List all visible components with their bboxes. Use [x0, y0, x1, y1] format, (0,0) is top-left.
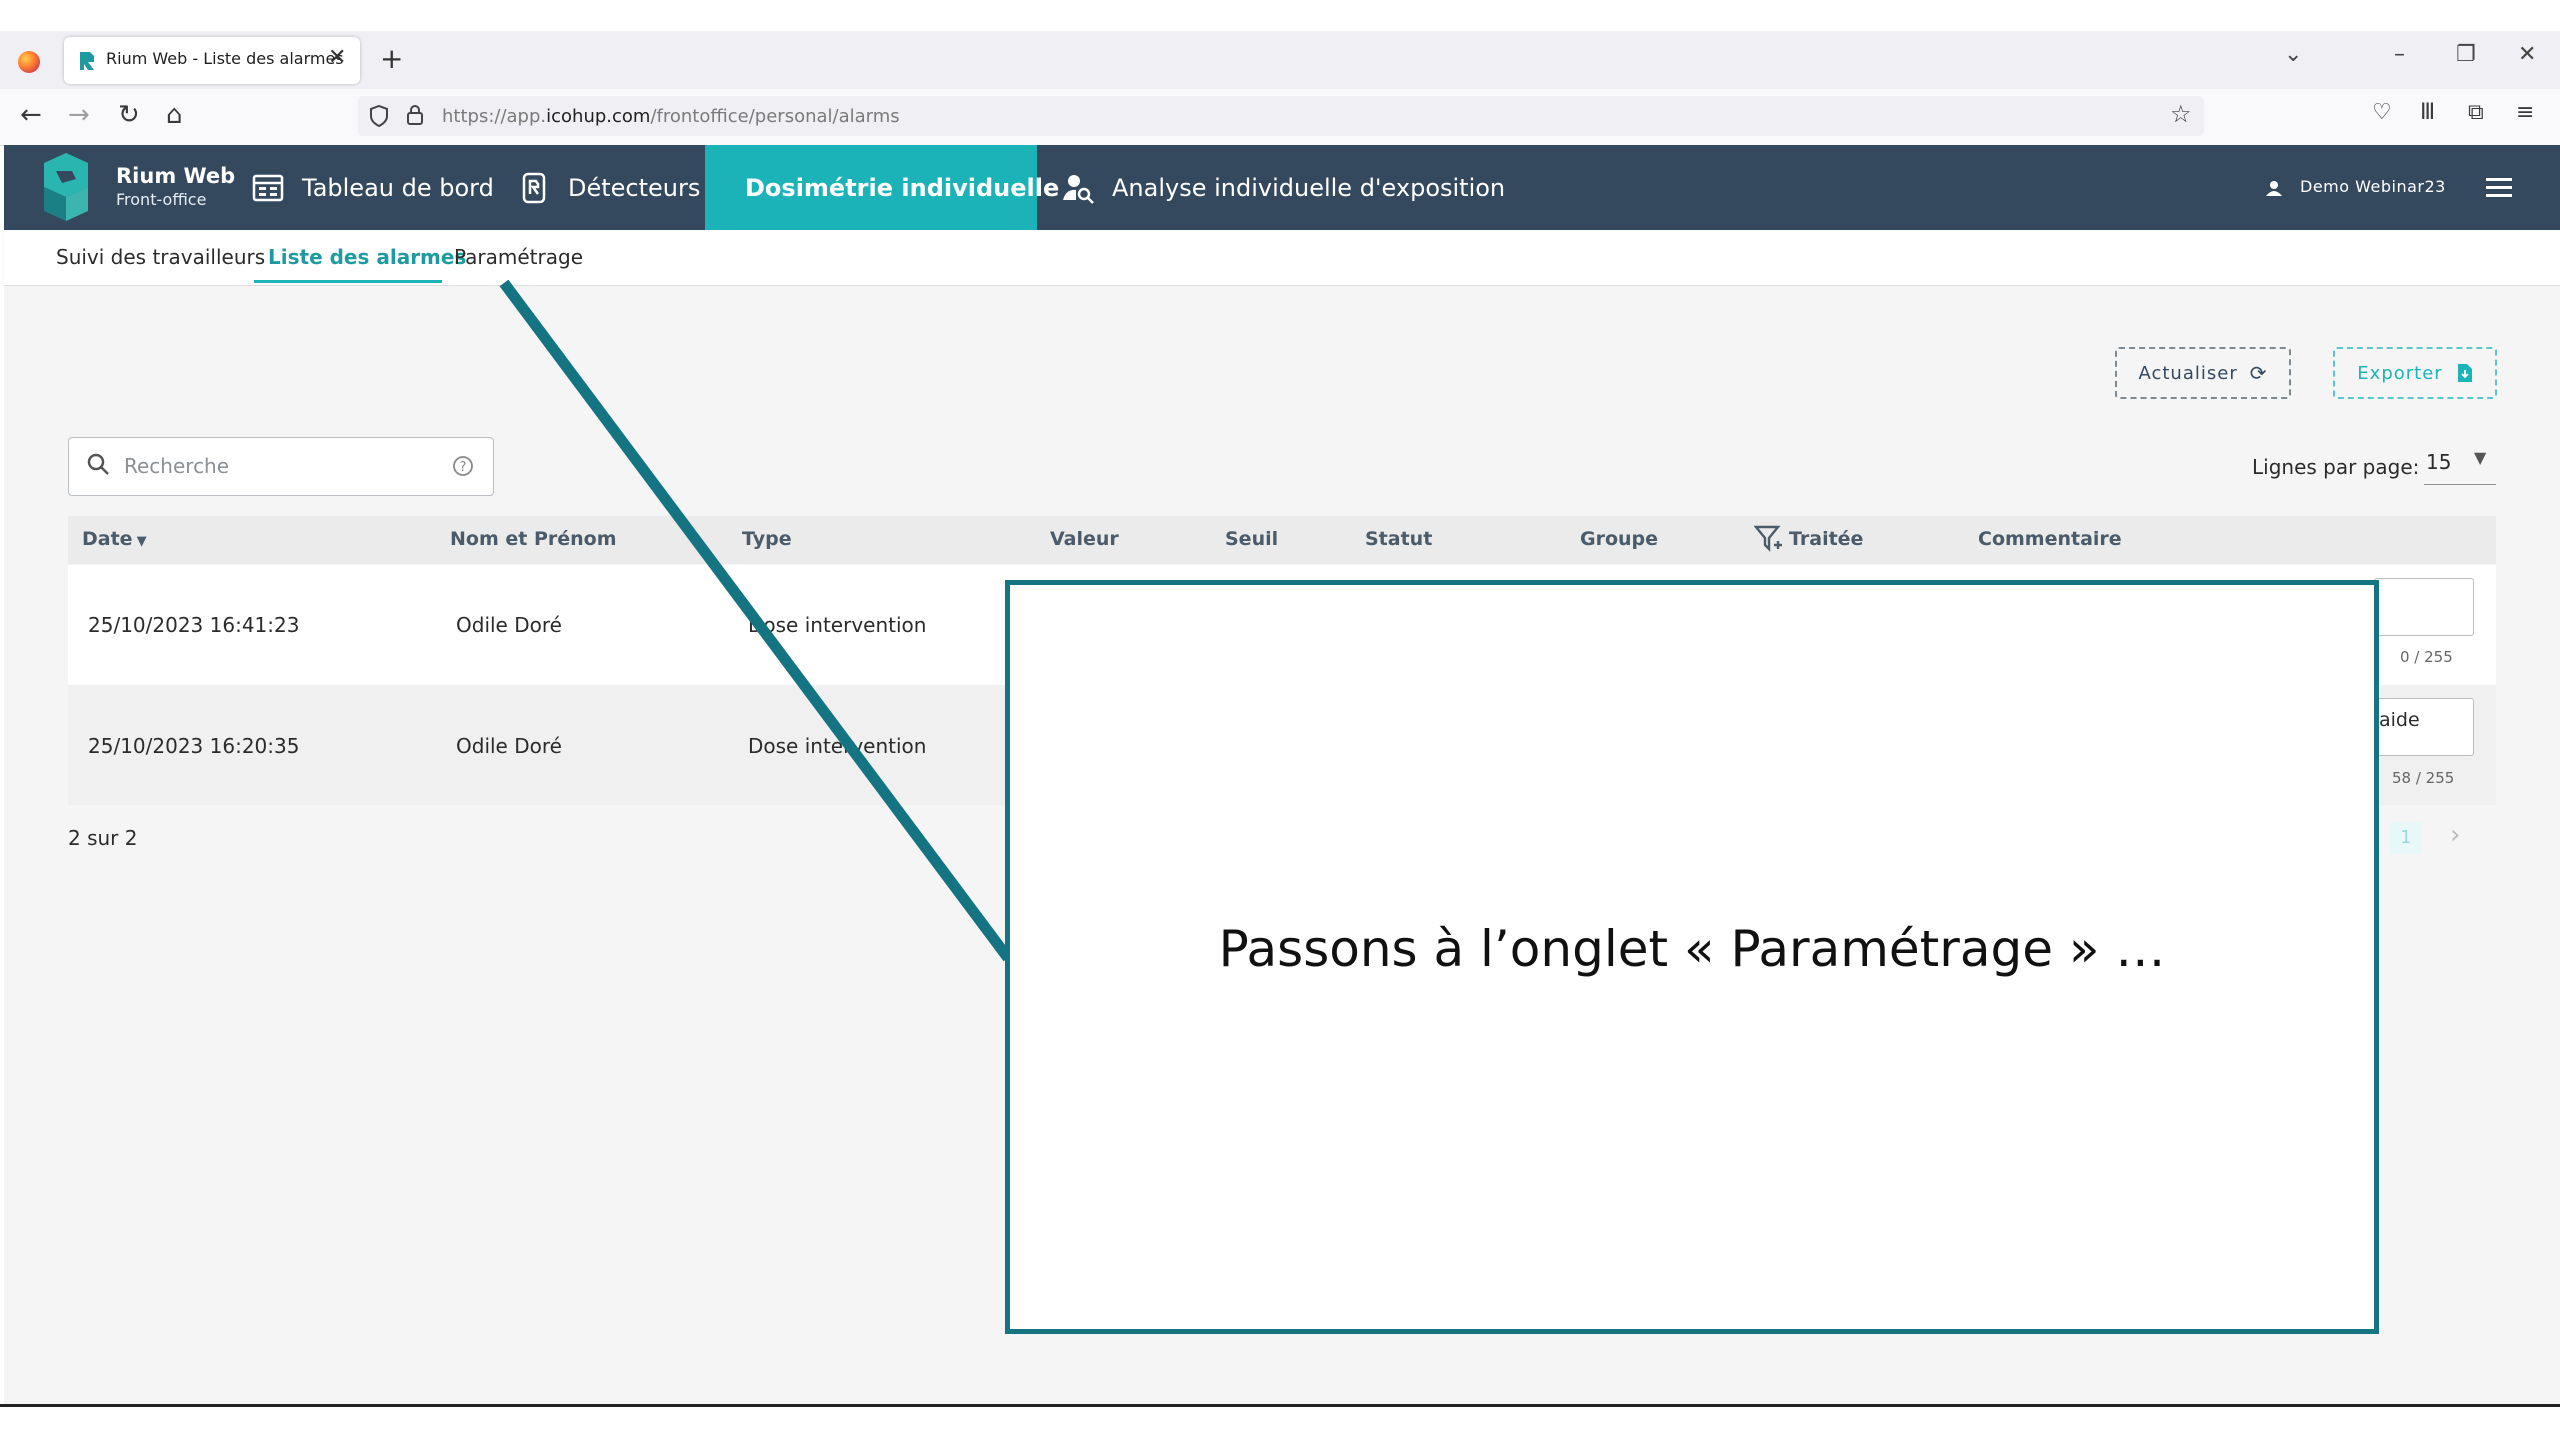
browser-tab-title: Rium Web - Liste des alarmes	[106, 49, 344, 68]
next-page-icon[interactable]: ›	[2450, 820, 2460, 850]
file-export-icon	[2457, 364, 2472, 382]
tab-list-chevron-icon[interactable]: ⌄	[2284, 42, 2302, 67]
sort-down-icon: ▼	[136, 534, 147, 549]
shield-icon[interactable]	[368, 104, 390, 128]
firefox-icon[interactable]	[18, 51, 40, 73]
restore-icon[interactable]: ❐	[2456, 42, 2476, 67]
person-search-icon	[1063, 174, 1094, 204]
pocket-icon[interactable]: ♡	[2372, 100, 2392, 125]
menu-label: Détecteurs	[568, 173, 701, 202]
menu-detecteurs[interactable]: Détecteurs	[518, 145, 722, 230]
export-label: Exporter	[2357, 362, 2443, 384]
menu-label: Analyse individuelle d'exposition	[1112, 173, 1506, 202]
menu-analyse-individuelle[interactable]: Analyse individuelle d'exposition	[1062, 145, 1505, 230]
close-tab-icon[interactable]: ✕	[328, 45, 346, 70]
rows-per-page-label: Lignes par page:	[2252, 455, 2420, 479]
forward-icon[interactable]: →	[68, 100, 90, 130]
window-close-icon[interactable]: ✕	[2518, 42, 2536, 67]
column-header-group[interactable]: Groupe	[1580, 528, 1658, 550]
bookmark-star-icon[interactable]: ☆	[2170, 100, 2192, 128]
svg-text:?: ?	[460, 460, 467, 475]
menu-label: Tableau de bord	[302, 173, 494, 202]
menu-tableau-de-bord[interactable]: Tableau de bord	[252, 145, 516, 230]
column-header-date[interactable]: Date ▼	[82, 528, 147, 550]
subtab-parametrage[interactable]: Paramétrage	[454, 245, 583, 269]
rium-favicon-icon	[80, 52, 94, 70]
rows-per-page-select[interactable]: 15 ▼	[2424, 448, 2496, 485]
subtab-liste-des-alarmes[interactable]: Liste des alarmes	[268, 245, 466, 269]
brand-name: Rium Web	[116, 164, 236, 188]
extensions-icon[interactable]: ⧉	[2468, 100, 2484, 125]
url-text[interactable]: https://app.icohup.com/frontoffice/perso…	[442, 106, 900, 127]
cell-name: Odile Doré	[456, 734, 562, 758]
refresh-button[interactable]: Actualiser ⟳	[2115, 347, 2291, 399]
page-button-current[interactable]: 1	[2390, 822, 2422, 854]
char-counter: 0 / 255	[2400, 648, 2453, 666]
subtab-suivi-des-travailleurs[interactable]: Suivi des travailleurs	[56, 245, 265, 269]
hamburger-menu-icon[interactable]	[2486, 175, 2512, 199]
bottom-margin	[0, 1407, 2560, 1440]
rows-per-page-value: 15	[2426, 450, 2452, 474]
dropdown-arrow-icon: ▼	[2474, 448, 2487, 467]
column-header-status[interactable]: Statut	[1365, 528, 1432, 550]
back-icon[interactable]: ←	[20, 100, 42, 130]
search-placeholder: Recherche	[124, 454, 230, 478]
detector-icon	[522, 172, 546, 203]
cell-name: Odile Doré	[456, 613, 562, 637]
refresh-label: Actualiser	[2138, 362, 2238, 384]
export-button[interactable]: Exporter	[2333, 347, 2497, 399]
column-header-type[interactable]: Type	[742, 528, 792, 550]
comment-text: aide	[2379, 709, 2420, 731]
cell-date: 25/10/2023 16:20:35	[88, 734, 300, 758]
column-header-threshold[interactable]: Seuil	[1225, 528, 1278, 550]
rium-logo-icon[interactable]	[40, 153, 92, 221]
callout-text: Passons à l’onglet « Paramétrage » …	[1218, 920, 2166, 978]
search-icon	[87, 453, 109, 475]
dashboard-icon	[252, 174, 284, 201]
active-tab-indicator	[254, 280, 442, 283]
minimize-icon[interactable]: –	[2394, 42, 2405, 67]
comment-textarea[interactable]: aide	[2374, 698, 2474, 756]
menu-label: Dosimétrie individuelle	[745, 173, 1060, 202]
reload-icon[interactable]: ↻	[118, 100, 140, 130]
column-header-value[interactable]: Valeur	[1050, 528, 1119, 550]
new-tab-icon[interactable]: +	[380, 42, 403, 75]
column-header-treated[interactable]: Traitée	[1789, 528, 1863, 550]
menu-dosimetrie-individuelle[interactable]: Dosimétrie individuelle	[705, 145, 1059, 230]
comment-textarea[interactable]	[2374, 578, 2474, 636]
user-name[interactable]: Demo Webinar23	[2300, 177, 2446, 196]
user-icon	[2266, 181, 2282, 196]
refresh-icon: ⟳	[2249, 361, 2268, 385]
brand-subtitle: Front-office	[116, 190, 207, 209]
cell-date: 25/10/2023 16:41:23	[88, 613, 300, 637]
help-icon[interactable]: ?	[452, 455, 474, 477]
library-icon[interactable]: Ⅲ	[2420, 100, 2435, 125]
browser-menu-icon[interactable]: ≡	[2516, 100, 2534, 125]
char-counter: 58 / 255	[2392, 769, 2455, 787]
column-header-comment[interactable]: Commentaire	[1978, 528, 2122, 550]
table-header	[68, 516, 2496, 564]
lock-icon[interactable]	[406, 104, 424, 126]
result-count: 2 sur 2	[68, 826, 138, 850]
filter-add-icon[interactable]	[1754, 525, 1784, 553]
home-icon[interactable]: ⌂	[166, 100, 183, 130]
cell-type: Dose intervention	[748, 613, 927, 637]
cell-type: Dose intervention	[748, 734, 927, 758]
column-header-name[interactable]: Nom et Prénom	[450, 528, 617, 550]
